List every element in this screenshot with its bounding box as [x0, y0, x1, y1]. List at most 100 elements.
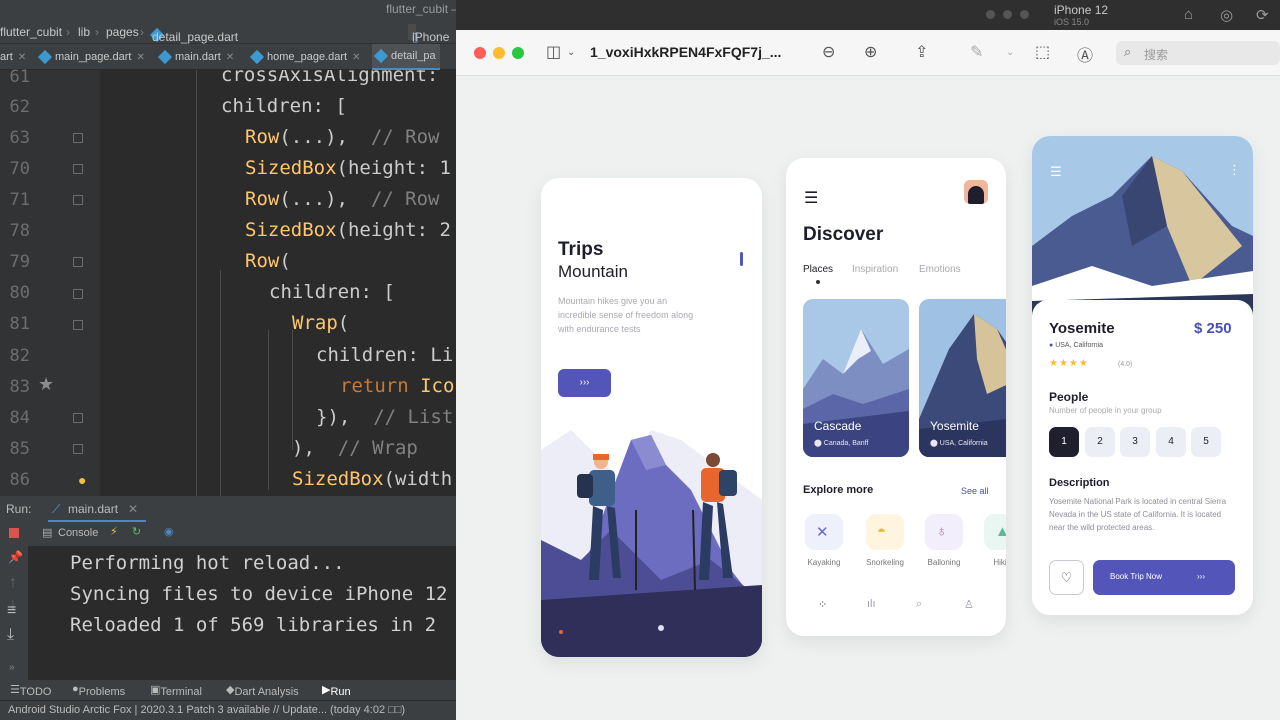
nav-search-icon[interactable]: ⌕	[916, 598, 922, 611]
tab-run[interactable]: ▶ Run	[322, 683, 351, 698]
lightbulb-icon[interactable]: ●	[78, 472, 86, 488]
rotate-icon[interactable]: ⬚	[1035, 42, 1050, 62]
breadcrumb-separator-icon: ›	[140, 25, 144, 39]
snorkel-icon: ◓	[877, 523, 887, 540]
tab-home-page[interactable]: home_page.dart ✕	[249, 44, 361, 70]
tab-console[interactable]: Console	[58, 527, 98, 539]
activity-hiking[interactable]: ▲	[984, 514, 1006, 550]
place-card-yosemite[interactable]: Yosemite ⬤ USA, California	[919, 299, 1006, 457]
start-button[interactable]: ›››	[558, 369, 611, 397]
close-icon[interactable]: ✕	[18, 52, 26, 63]
arrow-up-icon[interactable]: ↑	[9, 574, 17, 592]
zoom-in-icon[interactable]: ⊕	[864, 42, 877, 62]
window-dot[interactable]	[1020, 10, 1029, 19]
trips-title: Trips	[558, 239, 604, 260]
more-options-icon[interactable]: ⋮	[1228, 162, 1241, 178]
favorite-button[interactable]: ♡	[1049, 560, 1084, 595]
trips-description: Mountain hikes give you an incredible se…	[558, 296, 694, 334]
devtools-icon[interactable]: ◉	[164, 525, 174, 538]
tab-emotions[interactable]: Emotions	[919, 264, 961, 275]
fold-toggle-icon[interactable]	[73, 289, 83, 299]
nav-home-icon[interactable]: ⁘	[818, 598, 827, 611]
activity-snorkeling[interactable]: ◓	[866, 514, 904, 550]
breadcrumb-pages[interactable]: pages	[106, 25, 139, 39]
tab-dart-analysis[interactable]: ◆ Dart Analysis	[226, 683, 299, 698]
people-option-1[interactable]: 1	[1049, 427, 1079, 457]
fold-toggle-icon[interactable]	[73, 413, 83, 423]
tab-main[interactable]: main.dart ✕	[157, 44, 234, 70]
people-option-2[interactable]: 2	[1085, 427, 1115, 457]
home-icon[interactable]: ⌂	[1184, 6, 1193, 23]
breadcrumb-lib[interactable]: lib	[78, 25, 90, 39]
tab-label: art	[0, 51, 13, 63]
rotate-icon[interactable]: ⟳	[1256, 6, 1269, 24]
people-option-4[interactable]: 4	[1156, 427, 1186, 457]
people-option-5[interactable]: 5	[1191, 427, 1221, 457]
tab-problems[interactable]: ● Problems	[72, 683, 125, 698]
dart-file-icon	[157, 49, 173, 65]
nav-profile-icon[interactable]: ♙	[964, 598, 974, 611]
fold-toggle-icon[interactable]	[73, 195, 83, 205]
chevron-down-icon[interactable]: ⌄	[1006, 47, 1014, 58]
chevron-down-icon[interactable]: ⌄	[567, 47, 575, 58]
avatar[interactable]	[964, 180, 988, 204]
markup-pen-icon[interactable]: ✎	[970, 42, 983, 62]
search-field[interactable]: ⌕ 搜索	[1116, 41, 1280, 65]
scroll-to-end-icon[interactable]: ⤓	[7, 626, 14, 644]
tab-detail-page[interactable]: detail_pa	[372, 44, 440, 70]
line-number: 62	[9, 97, 30, 117]
zoom-out-icon[interactable]: ⊖	[822, 42, 835, 62]
close-window-button[interactable]	[474, 47, 486, 59]
tab-todo[interactable]: ☰ TODO	[10, 683, 51, 698]
screenshot-icon[interactable]: ◎	[1220, 6, 1233, 24]
place-location: ⬤ USA, California	[930, 440, 988, 447]
star-bookmark-icon[interactable]: ★	[38, 374, 54, 395]
fold-toggle-icon[interactable]	[73, 133, 83, 143]
book-trip-button[interactable]: Book Trip Now ›››	[1093, 560, 1235, 595]
console-output[interactable]: Performing hot reload... Syncing files t…	[28, 546, 456, 680]
code-editor[interactable]: crossAxisAlignment: children: [ Row(...)…	[100, 70, 456, 496]
close-icon[interactable]: ✕	[352, 52, 360, 63]
close-icon[interactable]: ✕	[128, 502, 138, 516]
stop-icon[interactable]	[9, 528, 19, 538]
pin-icon[interactable]: 📌	[8, 550, 23, 564]
annotate-icon[interactable]: Ⓐ	[1077, 42, 1093, 66]
activity-balloning[interactable]: ♁	[925, 514, 963, 550]
status-message[interactable]: Android Studio Arctic Fox | 2020.3.1 Pat…	[8, 704, 405, 716]
tab-inspiration[interactable]: Inspiration	[852, 264, 898, 275]
hot-reload-icon[interactable]: ⚡	[110, 525, 118, 538]
zoom-window-button[interactable]	[512, 47, 524, 59]
menu-icon[interactable]: ☰	[804, 188, 818, 208]
people-option-3[interactable]: 3	[1120, 427, 1150, 457]
nav-stats-icon[interactable]: ılı	[867, 598, 876, 610]
phone-screen-discover: ☰ Discover Places Inspiration Emotions C…	[786, 158, 1006, 636]
fold-toggle-icon[interactable]	[73, 320, 83, 330]
see-all-link[interactable]: See all	[961, 486, 989, 496]
place-card-cascade[interactable]: Cascade ⬤ Canada, Banff	[803, 299, 909, 457]
tab-places[interactable]: Places	[803, 264, 833, 275]
window-dot[interactable]	[1003, 10, 1012, 19]
minimize-window-button[interactable]	[493, 47, 505, 59]
close-icon[interactable]: ✕	[136, 52, 144, 63]
fold-toggle-icon[interactable]	[73, 444, 83, 454]
line-number: 78	[9, 221, 30, 241]
run-config-tab[interactable]: main.dart	[68, 502, 118, 516]
line-number: 81	[9, 314, 30, 334]
tab-terminal[interactable]: ▣ Terminal	[150, 683, 202, 698]
menu-icon[interactable]: ☰	[1050, 164, 1062, 180]
editor-tabs: art ✕ main_page.dart ✕ main.dart ✕ home_…	[0, 44, 456, 70]
window-dot[interactable]	[986, 10, 995, 19]
share-icon[interactable]: ⇪	[915, 42, 928, 62]
soft-wrap-icon[interactable]: ≡	[7, 602, 16, 620]
hot-restart-icon[interactable]: ↻	[132, 525, 141, 538]
fold-toggle-icon[interactable]	[73, 164, 83, 174]
sidebar-toggle-icon[interactable]: ◫	[546, 42, 561, 62]
device-selector[interactable]: ▯ iPhone	[408, 24, 449, 44]
line-number: 83	[9, 377, 30, 397]
breadcrumb-project[interactable]: flutter_cubit	[0, 25, 62, 39]
tab-main-page[interactable]: main_page.dart ✕	[37, 44, 145, 70]
expand-icon[interactable]: »	[9, 662, 15, 673]
fold-toggle-icon[interactable]	[73, 257, 83, 267]
activity-kayaking[interactable]: ✕	[805, 514, 843, 550]
close-icon[interactable]: ✕	[226, 52, 234, 63]
